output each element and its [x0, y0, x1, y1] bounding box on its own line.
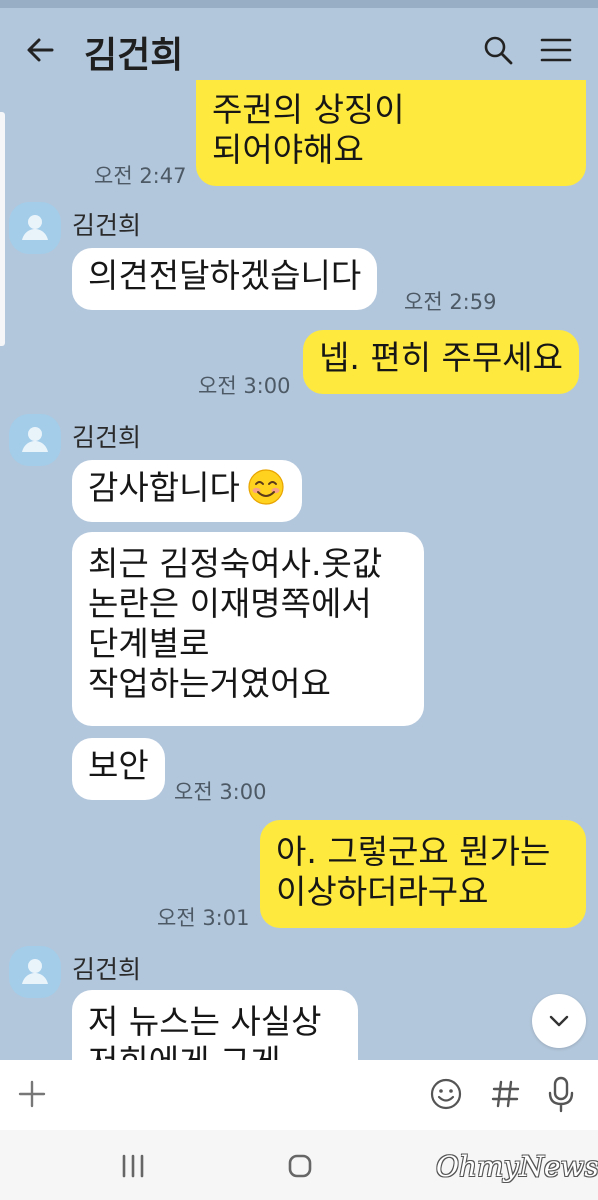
status-bar-strip [0, 0, 598, 8]
scroll-edge [0, 112, 5, 346]
avatar[interactable] [9, 414, 61, 466]
system-nav-bar: OhmyNews [0, 1130, 598, 1200]
watermark: OhmyNews [436, 1150, 598, 1183]
message-time: 오전 3:00 [174, 780, 267, 804]
my-message-bubble[interactable]: 넵. 편히 주무세요 [303, 330, 579, 394]
hamburger-menu-icon[interactable] [538, 34, 574, 66]
message-line: 아. 그렇군요 뭔가는 [276, 832, 551, 871]
message-line: 보안 [88, 746, 149, 785]
their-message-bubble[interactable]: 최근 김정숙여사.옷값 논란은 이재명쪽에서 단계별로 작업하는거였어요 [72, 532, 424, 726]
chevron-down-icon [549, 1015, 569, 1027]
their-message-bubble[interactable]: 보안 [72, 738, 165, 800]
message-line: 저 뉴스는 사실상 [88, 1002, 322, 1041]
search-icon[interactable] [482, 34, 514, 66]
message-line: 논란은 이재명쪽에서 [88, 584, 372, 623]
emoji-icon[interactable] [428, 1076, 464, 1112]
message-time: 오전 2:47 [94, 164, 187, 188]
message-line: 의견전달하겠습니다 [88, 256, 362, 295]
message-line: 되어야해요 [212, 130, 364, 169]
chat-header: 김건희 [0, 8, 598, 88]
their-message-bubble[interactable]: 감사합니다 [72, 460, 302, 522]
chat-title: 김건희 [84, 35, 184, 76]
sender-name: 김건희 [72, 955, 142, 984]
message-line: 단계별로 [88, 624, 210, 663]
recent-apps-icon[interactable] [118, 1152, 148, 1180]
sender-name: 김건희 [72, 211, 142, 240]
microphone-icon[interactable] [546, 1074, 576, 1114]
message-line: 주권의 상징이 [212, 90, 405, 129]
home-icon[interactable] [286, 1152, 314, 1180]
arrow-left-icon[interactable] [22, 32, 58, 68]
message-line: 넵. 편히 주무세요 [319, 338, 563, 377]
avatar[interactable] [9, 946, 61, 998]
plus-icon[interactable] [14, 1076, 50, 1112]
message-line: 최근 김정숙여사.옷값 [88, 544, 383, 583]
avatar[interactable] [9, 202, 61, 254]
message-time: 오전 3:00 [198, 374, 291, 398]
my-message-bubble[interactable]: 아. 그렇군요 뭔가는 이상하더라구요 [260, 820, 586, 928]
their-message-bubble[interactable]: 의견전달하겠습니다 [72, 248, 378, 310]
hash-icon[interactable] [488, 1076, 522, 1112]
message-time: 오전 3:01 [157, 906, 250, 930]
smiling-face-emoji-icon [246, 467, 286, 507]
message-line: 작업하는거였어요 [88, 664, 331, 703]
message-line: 이상하더라구요 [276, 872, 489, 911]
message-input-bar[interactable] [0, 1060, 598, 1130]
message-time: 오전 2:59 [404, 290, 497, 314]
message-line: 감사합니다 [88, 468, 240, 507]
my-message-bubble[interactable]: 주권의 상징이 되어야해요 [196, 80, 586, 186]
scroll-to-bottom-button[interactable] [532, 994, 586, 1048]
sender-name: 김건희 [72, 423, 142, 452]
